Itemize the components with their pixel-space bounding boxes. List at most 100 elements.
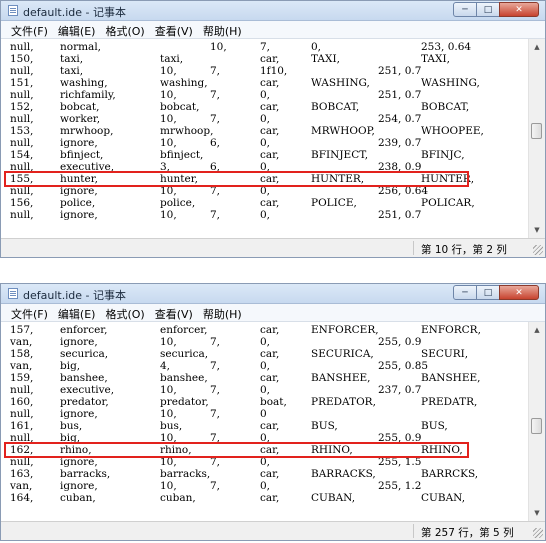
- vertical-scrollbar[interactable]: ▲ ▼: [528, 322, 545, 521]
- line-field: 152,: [10, 101, 34, 113]
- line-field: 10,: [210, 41, 227, 53]
- line-field: 237, 0.7: [378, 384, 422, 396]
- line-field: 164,: [10, 492, 34, 504]
- menu-edit[interactable]: 编辑(E): [53, 304, 101, 321]
- line-field: 7,: [210, 360, 221, 372]
- menu-view[interactable]: 查看(V): [150, 21, 198, 38]
- line-field: 7,: [210, 408, 221, 420]
- line-field: bobcat,: [60, 101, 100, 113]
- menu-file[interactable]: 文件(F): [1, 304, 53, 321]
- line-field: TAXI,: [311, 53, 340, 65]
- minimize-icon: ─: [462, 4, 468, 15]
- line-field: 7,: [210, 89, 221, 101]
- line-field: CUBAN,: [421, 492, 466, 504]
- menu-bar: 文件(F) 编辑(E) 格式(O) 查看(V) 帮助(H): [1, 21, 545, 39]
- line-field: mrwhoop,: [60, 125, 114, 137]
- window-controls: ─ □ ✕: [453, 285, 539, 301]
- menu-file[interactable]: 文件(F): [1, 21, 53, 38]
- line-field: police,: [60, 197, 96, 209]
- line-field: taxi,: [160, 53, 184, 65]
- scrollbar-thumb[interactable]: [531, 123, 542, 139]
- line-field: 161,: [10, 420, 34, 432]
- scroll-up-icon[interactable]: ▲: [529, 39, 545, 55]
- close-button[interactable]: ✕: [499, 2, 539, 17]
- scroll-down-icon[interactable]: ▼: [529, 222, 545, 238]
- scrollbar-thumb[interactable]: [531, 418, 542, 434]
- line-field: car,: [260, 372, 280, 384]
- menu-format[interactable]: 格式(O): [100, 21, 149, 38]
- line-field: car,: [260, 324, 280, 336]
- maximize-icon: □: [483, 287, 493, 298]
- line-field: 10,: [160, 89, 177, 101]
- line-field: mrwhoop,: [160, 125, 214, 137]
- highlight-box: [4, 442, 469, 458]
- window-controls: ─ □ ✕: [453, 2, 539, 18]
- maximize-button[interactable]: □: [476, 2, 500, 17]
- line-field: 0,: [260, 336, 271, 348]
- line-field: 7,: [210, 113, 221, 125]
- line-field: CUBAN,: [311, 492, 356, 504]
- highlight-box: [4, 171, 469, 187]
- line-field: POLICE,: [311, 197, 357, 209]
- title-bar[interactable]: default.ide - 记事本 ─ □ ✕: [1, 1, 545, 21]
- close-button[interactable]: ✕: [499, 285, 539, 300]
- line-field: 0,: [311, 41, 322, 53]
- line-field: executive,: [60, 384, 115, 396]
- line-field: bfinject,: [160, 149, 204, 161]
- line-field: SECURI,: [421, 348, 469, 360]
- window-title: default.ide - 记事本: [23, 289, 126, 302]
- line-field: boat,: [260, 396, 287, 408]
- line-field: 253, 0.64: [421, 41, 472, 53]
- line-field: null,: [10, 89, 34, 101]
- line-field: 158,: [10, 348, 34, 360]
- line-field: barracks,: [160, 468, 211, 480]
- line-field: 159,: [10, 372, 34, 384]
- menu-edit[interactable]: 编辑(E): [53, 21, 101, 38]
- vertical-scrollbar[interactable]: ▲ ▼: [528, 39, 545, 238]
- line-field: BFINJECT,: [311, 149, 369, 161]
- menu-help[interactable]: 帮助(H): [198, 21, 247, 38]
- line-field: banshee,: [60, 372, 108, 384]
- menu-view[interactable]: 查看(V): [150, 304, 198, 321]
- line-field: 10,: [160, 384, 177, 396]
- scroll-down-icon[interactable]: ▼: [529, 505, 545, 521]
- window-title: default.ide - 记事本: [23, 6, 126, 19]
- line-field: PREDATR,: [421, 396, 478, 408]
- line-field: 157,: [10, 324, 34, 336]
- scroll-up-icon[interactable]: ▲: [529, 322, 545, 338]
- menu-help[interactable]: 帮助(H): [198, 304, 247, 321]
- line-field: 4,: [160, 360, 171, 372]
- line-field: barracks,: [60, 468, 111, 480]
- line-field: 151,: [10, 77, 34, 89]
- resize-grip-icon[interactable]: [533, 245, 543, 255]
- maximize-button[interactable]: □: [476, 285, 500, 300]
- line-field: 255, 0.85: [378, 360, 429, 372]
- line-field: 10,: [160, 113, 177, 125]
- line-field: 10,: [160, 209, 177, 221]
- line-field: 10,: [160, 65, 177, 77]
- line-field: cuban,: [160, 492, 196, 504]
- line-field: 0: [260, 408, 267, 420]
- line-field: TAXI,: [421, 53, 450, 65]
- title-bar[interactable]: default.ide - 记事本 ─ □ ✕: [1, 284, 545, 304]
- minimize-button[interactable]: ─: [453, 2, 477, 17]
- text-area[interactable]: null, normal, 10, 7, 0, 253, 0.64 150, taxi, tax…: [1, 39, 528, 238]
- line-field: 10,: [160, 408, 177, 420]
- line-field: BOBCAT,: [421, 101, 470, 113]
- line-field: 7,: [210, 65, 221, 77]
- line-field: taxi,: [60, 53, 84, 65]
- line-field: car,: [260, 420, 280, 432]
- line-field: 0,: [260, 384, 271, 396]
- notepad-window-top: default.ide - 记事本 ─ □ ✕ 文件(F) 编辑(E) 格式(O…: [0, 0, 546, 258]
- menu-bar: 文件(F) 编辑(E) 格式(O) 查看(V) 帮助(H): [1, 304, 545, 322]
- line-field: null,: [10, 41, 34, 53]
- menu-format[interactable]: 格式(O): [100, 304, 149, 321]
- line-field: car,: [260, 77, 280, 89]
- line-field: BARRCKS,: [421, 468, 479, 480]
- line-field: washing,: [160, 77, 208, 89]
- resize-grip-icon[interactable]: [533, 528, 543, 538]
- minimize-button[interactable]: ─: [453, 285, 477, 300]
- status-bar: 第 257 行，第 5 列: [1, 521, 545, 540]
- line-field: car,: [260, 101, 280, 113]
- text-area[interactable]: 157, enforcer, enforcer, car, ENFORCER, ENFOR…: [1, 322, 528, 521]
